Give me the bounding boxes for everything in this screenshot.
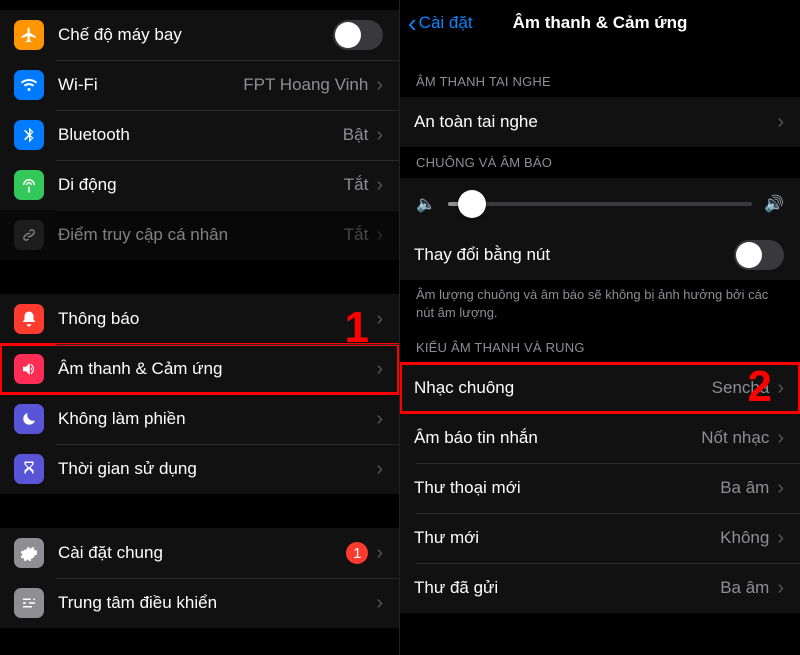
wifi-icon xyxy=(14,70,44,100)
hourglass-icon xyxy=(14,454,44,484)
toggle[interactable] xyxy=(734,240,784,270)
row-label: Wi-Fi xyxy=(58,75,243,95)
settings-row-nh-c-chu-ng[interactable]: Nhạc chuôngSencha› xyxy=(400,363,800,413)
settings-row-th-m-i[interactable]: Thư mớiKhông › xyxy=(400,513,800,563)
settings-row-ch-m-y-bay[interactable]: Chế độ máy bay xyxy=(0,10,399,60)
back-button[interactable]: ‹ Cài đặt xyxy=(400,10,473,36)
settings-row--m-thanh-c-m-ng[interactable]: Âm thanh & Cảm ứng› xyxy=(0,344,399,394)
chevron-right-icon: › xyxy=(777,478,784,498)
row-value: Ba âm xyxy=(720,478,769,498)
row-value: Bật xyxy=(343,125,369,145)
settings-row-th-i-gian-s-d-ng[interactable]: Thời gian sử dụng› xyxy=(0,444,399,494)
settings-row-c-i-t-chung[interactable]: Cài đặt chung1 › xyxy=(0,528,399,578)
row-label: Bluetooth xyxy=(58,125,343,145)
link-icon xyxy=(14,220,44,250)
row-label: Âm báo tin nhắn xyxy=(414,428,701,448)
chevron-right-icon: › xyxy=(376,175,383,195)
row-value: Ba âm xyxy=(720,578,769,598)
row-label: Thư thoại mới xyxy=(414,478,720,498)
toggle[interactable] xyxy=(333,20,383,50)
sounds-haptics-pane: ‹ Cài đặt Âm thanh & Cảm ứng ÂM THANH TA… xyxy=(400,0,800,655)
row-label: Chế độ máy bay xyxy=(58,25,333,45)
row-label: Thay đổi bằng nút xyxy=(414,245,734,265)
settings-row-th-g-i[interactable]: Thư đã gửiBa âm › xyxy=(400,563,800,613)
section-header: ÂM THANH TAI NGHE xyxy=(400,66,800,97)
settings-row--i-m-truy-c-p-c-nh-n[interactable]: Điểm truy cập cá nhânTắt › xyxy=(0,210,399,260)
row-label: Thư mới xyxy=(414,528,720,548)
chevron-right-icon: › xyxy=(376,593,383,613)
back-label: Cài đặt xyxy=(419,13,473,33)
settings-main-pane: Chế độ máy bayWi-FiFPT Hoang Vinh›Blueto… xyxy=(0,0,400,655)
row-value: Không xyxy=(720,528,769,548)
nav-header: ‹ Cài đặt Âm thanh & Cảm ứng xyxy=(400,0,800,46)
chevron-right-icon: › xyxy=(376,359,383,379)
settings-row-di-ng[interactable]: Di độngTắt › xyxy=(0,160,399,210)
row-label: An toàn tai nghe xyxy=(414,112,777,132)
row-label: Thời gian sử dụng xyxy=(58,459,376,479)
row-label: Di động xyxy=(58,175,344,195)
chevron-right-icon: › xyxy=(376,409,383,429)
chevron-right-icon: › xyxy=(376,309,383,329)
bell-icon xyxy=(14,304,44,334)
annotation-step-1: 1 xyxy=(345,303,369,353)
chevron-right-icon: › xyxy=(777,378,784,398)
chevron-right-icon: › xyxy=(376,125,383,145)
settings-row-thay-i-b-ng-n-t[interactable]: Thay đổi bằng nút xyxy=(400,230,800,280)
section-header: CHUÔNG VÀ ÂM BÁO xyxy=(400,147,800,178)
chevron-right-icon: › xyxy=(376,543,383,563)
speaker-low-icon: 🔈 xyxy=(416,194,436,214)
settings-row--m-b-o-tin-nh-n[interactable]: Âm báo tin nhắnNốt nhạc › xyxy=(400,413,800,463)
settings-row-wi-fi[interactable]: Wi-FiFPT Hoang Vinh › xyxy=(0,60,399,110)
settings-row-th-tho-i-m-i[interactable]: Thư thoại mớiBa âm › xyxy=(400,463,800,513)
row-label: Thông báo xyxy=(58,309,376,329)
bluetooth-icon xyxy=(14,120,44,150)
row-value: Tắt xyxy=(344,225,369,245)
row-label: Âm thanh & Cảm ứng xyxy=(58,359,376,379)
speaker-icon xyxy=(14,354,44,384)
chevron-right-icon: › xyxy=(777,428,784,448)
volume-slider-row: 🔈🔊 xyxy=(400,178,800,230)
row-label: Trung tâm điều khiển xyxy=(58,593,376,613)
section-footer: Âm lượng chuông và âm báo sẽ không bị ản… xyxy=(400,280,800,332)
chevron-right-icon: › xyxy=(777,528,784,548)
row-label: Điểm truy cập cá nhân xyxy=(58,225,344,245)
row-label: Thư đã gửi xyxy=(414,578,720,598)
settings-row-bluetooth[interactable]: BluetoothBật › xyxy=(0,110,399,160)
settings-row-an-to-n-tai-nghe[interactable]: An toàn tai nghe› xyxy=(400,97,800,147)
gear-icon xyxy=(14,538,44,568)
speaker-high-icon: 🔊 xyxy=(764,194,784,214)
airplane-icon xyxy=(14,20,44,50)
row-label: Không làm phiền xyxy=(58,409,376,429)
settings-row-th-ng-b-o[interactable]: Thông báo› xyxy=(0,294,399,344)
chevron-right-icon: › xyxy=(376,459,383,479)
row-label: Nhạc chuông xyxy=(414,378,712,398)
row-value: Tắt xyxy=(344,175,369,195)
chevron-left-icon: ‹ xyxy=(408,10,417,36)
settings-row-trung-t-m-i-u-khi-n[interactable]: Trung tâm điều khiển› xyxy=(0,578,399,628)
row-value: Nốt nhạc xyxy=(701,428,769,448)
row-label: Cài đặt chung xyxy=(58,543,346,563)
notification-badge: 1 xyxy=(346,542,368,564)
row-value: FPT Hoang Vinh xyxy=(243,75,368,95)
chevron-right-icon: › xyxy=(376,225,383,245)
chevron-right-icon: › xyxy=(777,578,784,598)
section-header: KIỂU ÂM THANH VÀ RUNG xyxy=(400,332,800,363)
annotation-step-2: 2 xyxy=(748,362,772,412)
moon-icon xyxy=(14,404,44,434)
volume-slider[interactable] xyxy=(448,202,752,206)
sliders-icon xyxy=(14,588,44,618)
antenna-icon xyxy=(14,170,44,200)
chevron-right-icon: › xyxy=(777,112,784,132)
chevron-right-icon: › xyxy=(376,75,383,95)
settings-row-kh-ng-l-m-phi-n[interactable]: Không làm phiền› xyxy=(0,394,399,444)
